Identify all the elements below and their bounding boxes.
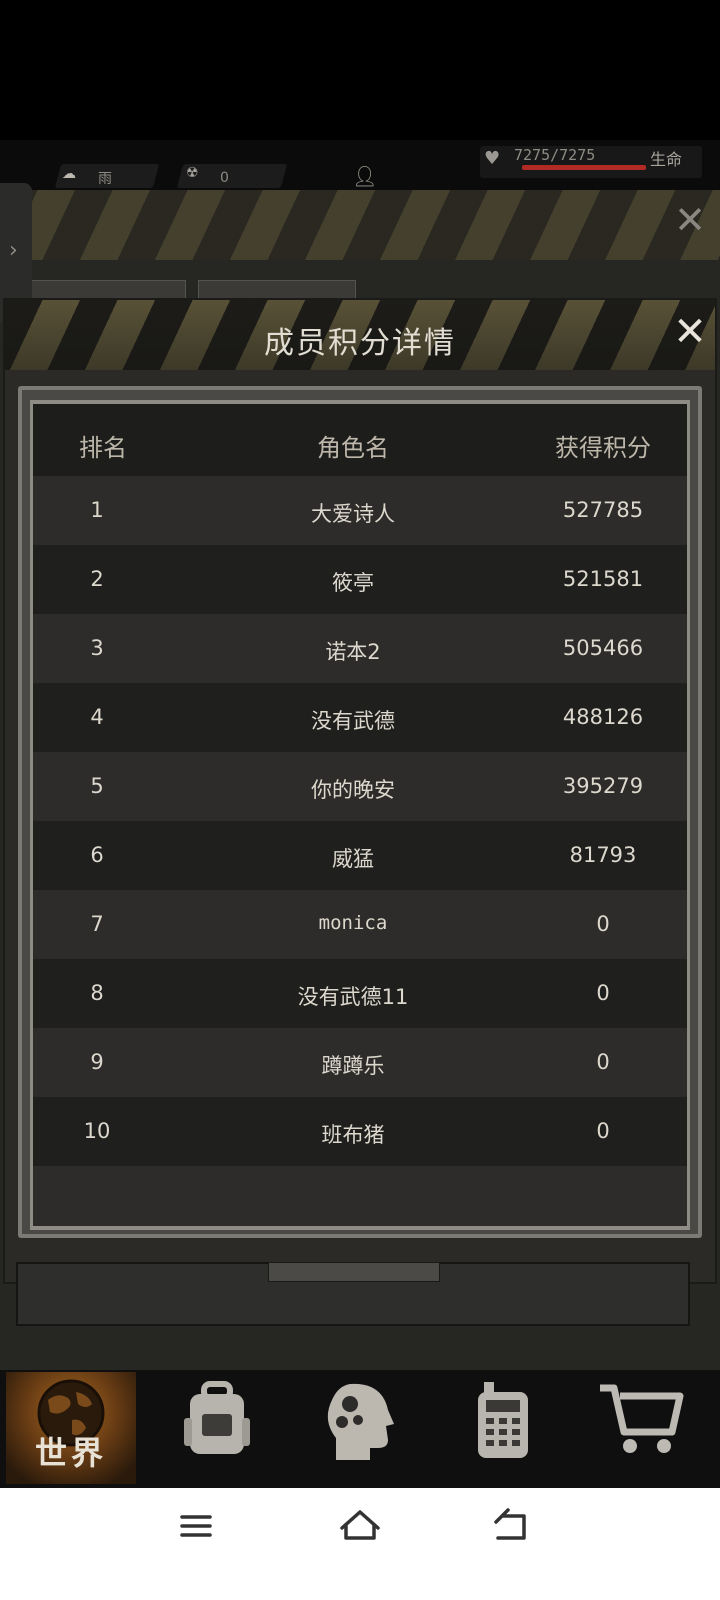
table-row: 9 蹲蹲乐 0 bbox=[33, 1028, 687, 1097]
name-cell: 蹲蹲乐 bbox=[321, 1054, 385, 1078]
menu-icon[interactable] bbox=[166, 1504, 226, 1548]
dialog-title: 成员积分详情 bbox=[264, 326, 456, 361]
radiation-value: 0 bbox=[220, 170, 229, 186]
name-cell: 你的晚安 bbox=[311, 778, 395, 802]
points-cell: 0 bbox=[596, 981, 610, 1005]
name-cell: 班布猪 bbox=[321, 1123, 385, 1147]
brain-gear-icon bbox=[327, 1383, 394, 1460]
background-close-icon[interactable]: ✕ bbox=[668, 198, 712, 242]
name-cell: 筱亭 bbox=[332, 571, 374, 595]
nav-world[interactable]: 世界 bbox=[6, 1372, 136, 1484]
points-table[interactable]: 排名 角色名 获得积分 1 大爱诗人 527785 2 筱亭 521581 3 … bbox=[33, 404, 687, 1226]
health-bar bbox=[522, 165, 646, 170]
rank-cell: 2 bbox=[90, 567, 104, 591]
points-cell: 0 bbox=[596, 912, 610, 936]
table-row: 6 威猛 81793 bbox=[33, 821, 687, 890]
home-icon[interactable] bbox=[330, 1504, 390, 1548]
table-row: 1 大爱诗人 527785 bbox=[33, 476, 687, 545]
name-cell: 诺本2 bbox=[325, 640, 381, 664]
cloud-rain-icon: ☁ bbox=[62, 166, 76, 182]
table-row: 3 诺本2 505466 bbox=[33, 614, 687, 683]
name-cell: monica bbox=[318, 912, 388, 934]
points-cell: 527785 bbox=[562, 498, 644, 522]
nav-backpack[interactable] bbox=[150, 1372, 280, 1484]
system-navigation-bar bbox=[0, 1488, 720, 1600]
rank-cell: 6 bbox=[90, 843, 104, 867]
column-points: 获得积分 bbox=[555, 434, 651, 462]
health-label: 生命 bbox=[650, 150, 683, 169]
name-cell: 没有武德11 bbox=[297, 985, 409, 1009]
person-icon: 👤︎ bbox=[352, 164, 378, 188]
table-row: 10 班布猪 0 bbox=[33, 1097, 687, 1166]
rank-cell: 7 bbox=[90, 912, 104, 936]
background-panel-header bbox=[0, 190, 720, 260]
weather-label: 雨 bbox=[98, 171, 112, 187]
health-value: 7275/7275 bbox=[514, 146, 596, 164]
name-cell: 没有武德 bbox=[311, 709, 395, 733]
close-icon[interactable]: ✕ bbox=[668, 310, 712, 354]
radiation-icon: ☢ bbox=[186, 165, 199, 181]
points-cell: 81793 bbox=[569, 843, 637, 867]
rank-cell: 9 bbox=[90, 1050, 104, 1074]
status-hud: ☁ 雨 ☢ 0 👤︎ ♥ 7275/7275 生命 bbox=[0, 140, 720, 192]
chevron-right-icon[interactable]: › bbox=[9, 238, 18, 263]
background-footer-tab[interactable] bbox=[268, 1262, 440, 1282]
table-row-partial bbox=[33, 1166, 687, 1226]
table-row: 4 没有武德 488126 bbox=[33, 683, 687, 752]
name-cell: 威猛 bbox=[332, 847, 374, 871]
name-cell: 大爱诗人 bbox=[311, 502, 395, 526]
heart-icon: ♥ bbox=[484, 148, 501, 169]
table-header: 排名 角色名 获得积分 bbox=[33, 404, 687, 482]
nav-shop[interactable] bbox=[584, 1372, 714, 1484]
points-cell: 0 bbox=[596, 1050, 610, 1074]
radio-icon bbox=[478, 1382, 528, 1458]
shopping-cart-icon bbox=[600, 1384, 684, 1453]
back-icon[interactable] bbox=[484, 1504, 544, 1548]
column-rank: 排名 bbox=[79, 434, 127, 462]
nav-world-label: 世界 bbox=[34, 1434, 107, 1472]
rank-cell: 1 bbox=[90, 498, 104, 522]
rank-cell: 8 bbox=[90, 981, 104, 1005]
rank-cell: 4 bbox=[90, 705, 104, 729]
column-name: 角色名 bbox=[317, 434, 389, 462]
rank-cell: 5 bbox=[90, 774, 104, 798]
points-cell: 505466 bbox=[562, 636, 644, 660]
table-row: 8 没有武德11 0 bbox=[33, 959, 687, 1028]
nav-skills[interactable] bbox=[290, 1372, 420, 1484]
rank-cell: 10 bbox=[83, 1119, 111, 1143]
table-row: 2 筱亭 521581 bbox=[33, 545, 687, 614]
points-cell: 488126 bbox=[562, 705, 644, 729]
points-cell: 395279 bbox=[562, 774, 644, 798]
points-cell: 0 bbox=[596, 1119, 610, 1143]
table-row: 5 你的晚安 395279 bbox=[33, 752, 687, 821]
rank-cell: 3 bbox=[90, 636, 104, 660]
points-cell: 521581 bbox=[562, 567, 644, 591]
table-row: 7 monica 0 bbox=[33, 890, 687, 959]
backpack-icon bbox=[184, 1381, 250, 1454]
nav-radio[interactable] bbox=[436, 1372, 566, 1484]
